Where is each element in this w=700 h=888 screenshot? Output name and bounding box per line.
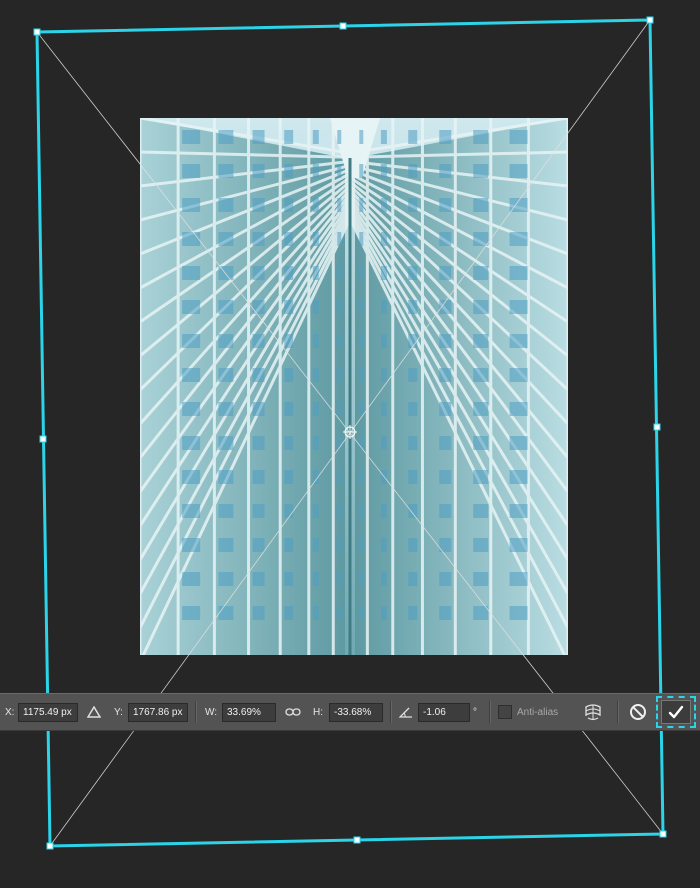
degree-unit: ° <box>473 706 477 718</box>
canvas-area[interactable] <box>0 0 700 888</box>
anti-alias-label: Anti-alias <box>517 706 559 718</box>
x-position-input[interactable]: 1175.49 px <box>18 703 78 722</box>
height-input[interactable]: -33.68% <box>329 703 383 722</box>
edge-handle-left[interactable] <box>39 435 47 443</box>
y-label: Y: <box>114 706 123 718</box>
warp-mode-icon[interactable] <box>581 700 605 724</box>
transform-options-bar: X: 1175.49 px Y: 1767.86 px W: 33.69% H:… <box>0 693 700 731</box>
corner-handle-bottom-right[interactable] <box>659 830 667 838</box>
angle-icon <box>394 700 418 724</box>
h-label: H: <box>313 706 323 718</box>
x-label: X: <box>5 706 15 718</box>
cancel-transform-icon[interactable] <box>626 700 650 724</box>
link-chain-icon[interactable] <box>281 700 305 724</box>
commit-transform-button[interactable] <box>656 696 696 728</box>
width-input[interactable]: 33.69% <box>222 703 276 722</box>
photo-document <box>140 118 568 655</box>
corner-handle-bottom-left[interactable] <box>46 842 54 850</box>
edge-handle-right[interactable] <box>653 423 661 431</box>
separator <box>489 701 491 723</box>
separator <box>195 701 197 723</box>
triangle-delta-icon[interactable] <box>82 700 106 724</box>
anti-alias-checkbox[interactable] <box>498 705 512 719</box>
separator <box>617 701 619 723</box>
corner-handle-top-left[interactable] <box>33 28 41 36</box>
corner-handle-top-right[interactable] <box>646 16 654 24</box>
commit-checkmark-icon <box>661 700 691 724</box>
architecture-photo <box>140 118 568 655</box>
w-label: W: <box>205 706 218 718</box>
edge-handle-bottom[interactable] <box>353 836 361 844</box>
rotation-angle-input[interactable]: -1.06 <box>418 703 470 722</box>
edge-handle-top[interactable] <box>339 22 347 30</box>
y-position-input[interactable]: 1767.86 px <box>128 703 188 722</box>
separator <box>390 701 392 723</box>
